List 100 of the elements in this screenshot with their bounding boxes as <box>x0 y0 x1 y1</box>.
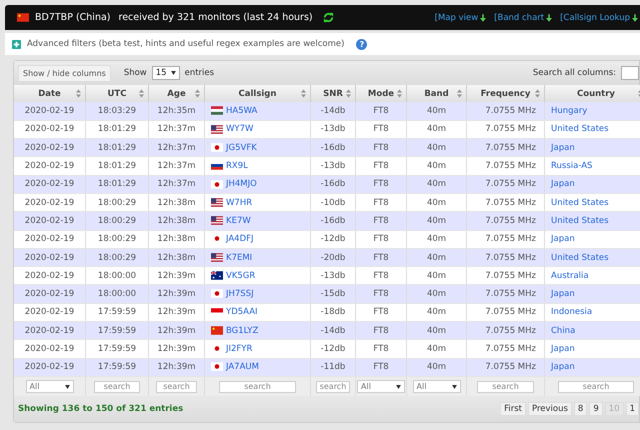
column-search-field[interactable]: search <box>476 380 534 393</box>
country-link[interactable]: Japan <box>551 362 575 372</box>
table-cell: 7.0755 MHz <box>466 266 544 285</box>
callsign-link[interactable]: JI2FYR <box>226 344 252 354</box>
table-cell: 7.0755 MHz <box>466 284 544 304</box>
sort-icon <box>195 89 200 98</box>
callsign-link[interactable]: JA4DFJ <box>226 234 254 244</box>
flag-icon <box>211 362 223 372</box>
table-cell: FT8 <box>356 138 406 157</box>
column-search-field[interactable]: search <box>156 380 198 393</box>
pagination-button[interactable]: 8 <box>574 402 588 416</box>
table-cell: 2020-02-19 <box>14 156 86 176</box>
table-cell: 7.0755 MHz <box>466 102 544 120</box>
column-search-field[interactable]: search <box>218 380 296 393</box>
table-cell: FT8 <box>356 230 406 248</box>
country-link[interactable]: Japan <box>551 344 575 354</box>
sort-icon <box>346 89 351 98</box>
table-cell: -16db <box>310 212 356 230</box>
header-link[interactable]: [Band chart <box>494 12 552 22</box>
country-link[interactable]: Japan <box>551 142 575 153</box>
expand-plus-icon[interactable] <box>12 40 21 48</box>
column-filter-select[interactable]: All <box>26 380 74 394</box>
callsign-link[interactable]: JG5VFK <box>226 142 257 153</box>
flag-icon <box>211 106 223 116</box>
callsign-link[interactable]: JA7AUM <box>226 362 259 372</box>
table-cell: 17:59:59 <box>86 303 148 322</box>
header-link[interactable]: [Map view <box>434 12 486 22</box>
table-cell: 2020-02-19 <box>14 175 86 194</box>
pagination-button[interactable]: 1 <box>626 402 639 416</box>
table-cell: FT8 <box>356 248 406 267</box>
table-cell: FT8 <box>356 266 406 285</box>
caret-icon <box>396 384 401 389</box>
flag-icon <box>17 13 29 22</box>
callsign-link[interactable]: BG1LYZ <box>226 326 258 336</box>
country-link[interactable]: Japan <box>551 234 575 244</box>
callsign-link[interactable]: W7HR <box>226 198 252 208</box>
table-cell: FT8 <box>356 284 406 304</box>
table-cell: 7.0755 MHz <box>466 120 544 139</box>
flag-icon <box>211 198 223 207</box>
callsign-link[interactable]: JH4MJO <box>226 179 257 190</box>
page-size-select[interactable]: 15 <box>152 66 180 80</box>
table-cell: 40m <box>406 120 466 139</box>
table-cell: 18:00:29 <box>86 248 148 267</box>
table-cell: 12h:37m <box>148 175 204 194</box>
caret-icon <box>170 71 176 75</box>
table-cell: 40m <box>406 266 466 285</box>
advanced-filters-link[interactable]: Advanced filters (beta test, hints and useful regex examples are welcome) <box>27 39 344 49</box>
caret-icon <box>452 384 456 389</box>
column-search-field[interactable]: search <box>316 380 350 393</box>
flag-icon <box>211 326 223 335</box>
callsign-title: BD7TBP (China) <box>35 12 110 23</box>
flag-icon <box>211 124 223 134</box>
callsign-link[interactable]: YD5AAI <box>226 307 258 318</box>
show-label: Show <box>124 68 147 78</box>
table-cell: -12db <box>310 230 356 248</box>
pagination-button[interactable]: First <box>500 402 526 416</box>
table-cell: FT8 <box>356 102 406 120</box>
show-hide-columns-button[interactable]: Show / hide columns <box>18 64 111 82</box>
flag-icon <box>211 216 223 226</box>
table-cell: 18:00:29 <box>86 212 148 230</box>
help-icon[interactable]: ? <box>356 38 368 50</box>
callsign-link[interactable]: KE7W <box>226 216 251 226</box>
table-cell: 7.0755 MHz <box>466 193 544 212</box>
callsign-link[interactable]: K7EMI <box>226 252 252 263</box>
callsign-link[interactable]: WY7W <box>226 124 254 134</box>
column-search-field[interactable]: search <box>558 380 634 393</box>
table-cell: 2020-02-19 <box>14 266 86 285</box>
column-filter-select[interactable]: All <box>357 380 405 394</box>
country-link[interactable]: Japan <box>551 289 575 300</box>
table-cell: -13db <box>310 120 356 139</box>
sort-icon <box>76 89 81 98</box>
table-cell: 2020-02-19 <box>14 212 86 230</box>
search-all-field[interactable] <box>621 66 639 80</box>
table-cell: 2020-02-19 <box>14 120 86 139</box>
pagination-button[interactable]: Previous <box>528 402 572 416</box>
table-cell: FT8 <box>356 120 406 139</box>
callsign-link[interactable]: RX9L <box>226 161 248 172</box>
refresh-icon[interactable] <box>322 12 334 23</box>
table-cell: 40m <box>406 284 466 304</box>
country-link[interactable]: Japan <box>551 179 575 190</box>
country-link[interactable]: China <box>551 326 576 336</box>
table-cell: 12h:39m <box>148 284 204 304</box>
column-search-field[interactable]: search <box>94 380 140 393</box>
column-filter-select[interactable]: All <box>412 380 460 394</box>
table-cell: 2020-02-19 <box>14 248 86 267</box>
table-cell: 17:59:59 <box>86 358 148 376</box>
callsign-link[interactable]: JH7SSJ <box>226 289 254 300</box>
table-cell: 40m <box>406 175 466 194</box>
entries-info-text: Showing 136 to 150 of 321 entries <box>18 404 184 414</box>
callsign-link[interactable]: HA5WA <box>226 106 258 116</box>
callsign-link[interactable]: VK5GR <box>226 270 256 281</box>
table-cell: 12h:37m <box>148 156 204 176</box>
flag-icon <box>211 289 223 298</box>
table-cell: 12h:39m <box>148 340 204 358</box>
pagination-button[interactable]: 9 <box>589 402 603 416</box>
table-cell: 2020-02-19 <box>14 193 86 212</box>
header-link[interactable]: [Callsign Lookup <box>560 12 638 22</box>
table-cell: 17:59:59 <box>86 340 148 358</box>
table-cell: FT8 <box>356 212 406 230</box>
table-cell: 12h:38m <box>148 230 204 248</box>
